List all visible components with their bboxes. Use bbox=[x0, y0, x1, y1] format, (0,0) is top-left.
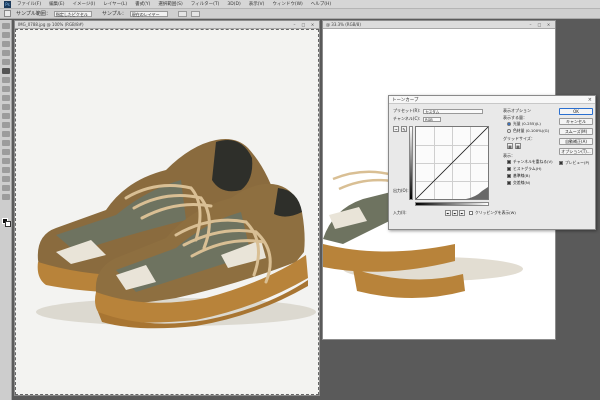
intersection-checkbox[interactable]: 交差線(N) bbox=[507, 180, 530, 186]
move-tool-icon[interactable] bbox=[2, 23, 10, 29]
close-icon[interactable]: × bbox=[309, 22, 316, 27]
close-icon[interactable]: × bbox=[588, 97, 592, 103]
document-title-right: @ 33.3% (RGB/8) bbox=[326, 22, 361, 27]
eyedropper-tool-icon-active[interactable] bbox=[2, 68, 10, 74]
grid-simple-icon[interactable]: ▦ bbox=[507, 143, 513, 149]
maximize-icon[interactable]: □ bbox=[300, 22, 307, 27]
pencil-draw-icon[interactable]: ✎ bbox=[401, 126, 407, 132]
shape-tool-icon[interactable] bbox=[2, 176, 10, 182]
curves-graph[interactable] bbox=[415, 126, 489, 200]
brush-tool-icon[interactable] bbox=[2, 86, 10, 92]
quick-select-tool-icon[interactable] bbox=[2, 50, 10, 56]
white-eyedropper-icon[interactable]: ✒ bbox=[459, 210, 465, 216]
tools-panel bbox=[0, 20, 12, 400]
minimize-icon[interactable]: – bbox=[291, 22, 298, 27]
pen-tool-icon[interactable] bbox=[2, 149, 10, 155]
output-gradient-bar bbox=[409, 126, 413, 200]
options-button[interactable]: オプション(T)... bbox=[559, 148, 593, 155]
cancel-button[interactable]: キャンセル bbox=[559, 118, 593, 125]
curve-point-tool-icon[interactable]: ~ bbox=[393, 126, 399, 132]
eraser-tool-icon[interactable] bbox=[2, 113, 10, 119]
menu-select[interactable]: 選択範囲(S) bbox=[158, 1, 182, 7]
menu-view[interactable]: 表示(V) bbox=[249, 1, 265, 7]
ink-radio[interactable]: 色材量 (0-100%)(G) bbox=[507, 128, 549, 134]
sample-size-label: サンプル範囲： bbox=[16, 11, 51, 17]
menu-layer[interactable]: レイヤー(L) bbox=[103, 1, 127, 7]
document-tab-right[interactable]: @ 33.3% (RGB/8) – □ × bbox=[323, 21, 555, 29]
black-eyedropper-icon[interactable]: ✒ bbox=[445, 210, 451, 216]
menu-type[interactable]: 書式(Y) bbox=[135, 1, 150, 7]
marquee-tool-icon[interactable] bbox=[2, 32, 10, 38]
channel-label: チャンネル(C): bbox=[393, 116, 421, 121]
sample-size-select[interactable]: 指定したピクセル bbox=[53, 10, 92, 17]
lasso-tool-icon[interactable] bbox=[2, 41, 10, 47]
input-label: 入力(I): bbox=[393, 210, 407, 215]
option-toggle-2[interactable] bbox=[190, 10, 200, 17]
output-label: 出力(O): bbox=[393, 188, 409, 193]
close-icon[interactable]: × bbox=[545, 22, 552, 27]
sample-layer-select[interactable]: 現在のレイヤー bbox=[129, 10, 168, 17]
type-tool-icon[interactable] bbox=[2, 158, 10, 164]
sample-layer-label: サンプル： bbox=[101, 11, 127, 17]
preset-row: プリセット(R): カスタム bbox=[393, 108, 484, 114]
smooth-button[interactable]: スムーズ(M) bbox=[559, 128, 593, 135]
options-bar: サンプル範囲： 指定したピクセル サンプル： 現在のレイヤー bbox=[0, 9, 600, 19]
document-tab-left[interactable]: IMG_0788.jpg @ 100% (RGB/8#) – □ × bbox=[15, 21, 319, 29]
histogram-checkbox[interactable]: ヒストグラム(H) bbox=[507, 166, 542, 172]
display-options-header: 表示オプション bbox=[503, 108, 531, 113]
menu-3d[interactable]: 3D(D) bbox=[227, 2, 240, 7]
dodge-tool-icon[interactable] bbox=[2, 140, 10, 146]
baseline-checkbox[interactable]: 基準線(B) bbox=[507, 173, 530, 179]
zoom-tool-icon[interactable] bbox=[2, 194, 10, 200]
curves-dialog: トーンカーブ × プリセット(R): カスタム チャンネル(C): RGB ~ … bbox=[388, 95, 596, 230]
gray-eyedropper-icon[interactable]: ✒ bbox=[452, 210, 458, 216]
curve-line bbox=[416, 127, 488, 199]
sneakers-photo-left bbox=[36, 139, 316, 329]
auto-button[interactable]: 自動補正(A) bbox=[559, 138, 593, 145]
menu-image[interactable]: イメージ(I) bbox=[72, 1, 95, 7]
channel-select[interactable]: RGB bbox=[423, 116, 442, 122]
preset-label: プリセット(R): bbox=[393, 108, 421, 113]
ok-button[interactable]: OK bbox=[559, 108, 593, 115]
light-radio[interactable]: 光量 (0-255)(L) bbox=[507, 121, 541, 127]
curves-dialog-title: トーンカーブ bbox=[392, 97, 419, 103]
grid-size-label: グリッドサイズ： bbox=[503, 136, 535, 141]
healing-tool-icon[interactable] bbox=[2, 77, 10, 83]
document-title-left: IMG_0788.jpg @ 100% (RGB/8#) bbox=[18, 22, 84, 27]
channel-row: チャンネル(C): RGB bbox=[393, 116, 442, 122]
blur-tool-icon[interactable] bbox=[2, 131, 10, 137]
channel-overlay-checkbox[interactable]: チャンネルを重ねる(V) bbox=[507, 159, 553, 165]
history-brush-tool-icon[interactable] bbox=[2, 104, 10, 110]
hand-tool-icon[interactable] bbox=[2, 185, 10, 191]
menu-file[interactable]: ファイル(F) bbox=[17, 1, 41, 7]
document-canvas-left[interactable] bbox=[15, 29, 319, 395]
menu-edit[interactable]: 編集(E) bbox=[49, 1, 64, 7]
input-row: 入力(I): bbox=[393, 210, 407, 216]
document-window-left[interactable]: IMG_0788.jpg @ 100% (RGB/8#) – □ × bbox=[14, 20, 320, 396]
menu-help[interactable]: ヘルプ(H) bbox=[311, 1, 331, 7]
curves-dialog-titlebar[interactable]: トーンカーブ × bbox=[389, 96, 595, 104]
maximize-icon[interactable]: □ bbox=[536, 22, 543, 27]
grid-detailed-icon[interactable]: ▦ bbox=[515, 143, 521, 149]
menu-window[interactable]: ウィンドウ(W) bbox=[272, 1, 302, 7]
show-clipping-label: クリッピングを表示(W) bbox=[475, 210, 516, 215]
input-gradient-bar bbox=[415, 202, 489, 206]
output-row: 出力(O): bbox=[393, 188, 409, 194]
photoshop-logo-icon[interactable]: Ps bbox=[4, 0, 11, 8]
path-select-tool-icon[interactable] bbox=[2, 167, 10, 173]
crop-tool-icon[interactable] bbox=[2, 59, 10, 65]
show-clipping-checkbox[interactable]: クリッピングを表示(W) bbox=[469, 210, 516, 216]
background-color-swatch[interactable] bbox=[5, 221, 11, 227]
minimize-icon[interactable]: – bbox=[527, 22, 534, 27]
stamp-tool-icon[interactable] bbox=[2, 95, 10, 101]
preset-select[interactable]: カスタム bbox=[423, 108, 484, 114]
eyedropper-tool-icon[interactable] bbox=[4, 10, 11, 17]
menu-bar: Ps ファイル(F) 編集(E) イメージ(I) レイヤー(L) 書式(Y) 選… bbox=[0, 0, 600, 9]
option-toggle-1[interactable] bbox=[177, 10, 187, 17]
gradient-tool-icon[interactable] bbox=[2, 122, 10, 128]
menu-filter[interactable]: フィルター(T) bbox=[191, 1, 220, 7]
preview-checkbox[interactable]: プレビュー(P) bbox=[559, 160, 589, 166]
